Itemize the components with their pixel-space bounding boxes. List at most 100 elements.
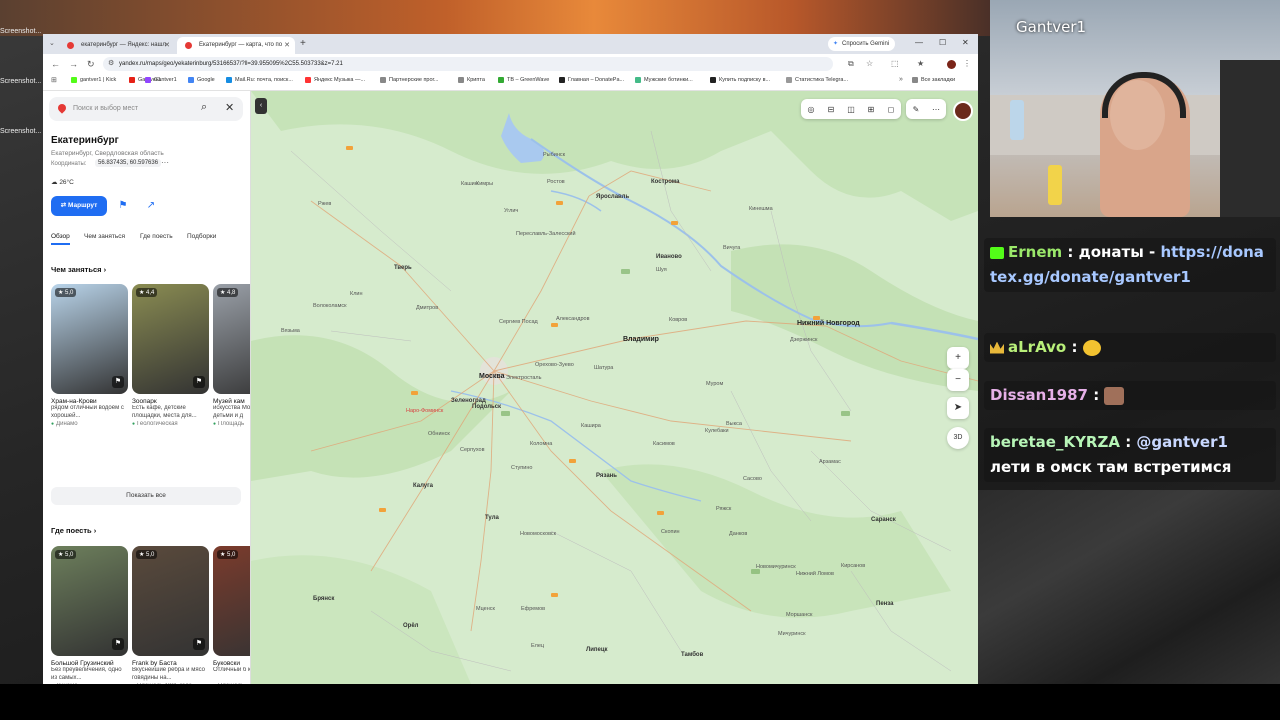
tab-overview[interactable]: Обзор	[51, 233, 70, 245]
apps-icon[interactable]: ⊞	[51, 76, 57, 84]
cards_eat-card[interactable]: ★ 5,0 ⚑ Большой Грузинский Без преувеличени…	[51, 546, 128, 684]
city-label[interactable]: Калуга	[413, 483, 433, 489]
transport-icon[interactable]: ⊞	[861, 100, 881, 120]
bookmark-icon[interactable]: ⚑	[112, 376, 124, 388]
cards_todo-card[interactable]: ★ 5,0 ⚑ Храм-на-Крови рядом отличный водоём…	[51, 284, 128, 427]
bookmark-place-icon[interactable]: ⚑	[113, 196, 133, 216]
bookmark-icon[interactable]: ⚑	[193, 638, 205, 650]
city-label[interactable]: Нижний Новгород	[797, 320, 860, 327]
bookmark-item[interactable]: Яндекс Музыка —...	[305, 77, 365, 83]
town-label[interactable]: Сасово	[743, 476, 762, 482]
town-label[interactable]: Ефремов	[521, 606, 545, 612]
town-label[interactable]: Орехово-Зуево	[535, 362, 574, 368]
town-label[interactable]: Клин	[350, 291, 363, 297]
more-icon[interactable]: ⋯	[926, 100, 946, 120]
show-all-todo-button[interactable]: Показать все	[51, 487, 241, 505]
close-tab-icon[interactable]: ✕	[164, 37, 170, 54]
town-label[interactable]: Вичуга	[723, 245, 740, 251]
town-label[interactable]: Дзержинск	[790, 337, 817, 343]
tab-search-icon[interactable]: ⌄	[49, 39, 55, 47]
town-label[interactable]: Касимов	[653, 441, 675, 447]
back-icon[interactable]: ←	[51, 59, 60, 69]
city-label[interactable]: Тамбов	[681, 652, 703, 658]
more-bookmarks-icon[interactable]: »	[899, 76, 903, 83]
tab-yandex-maps[interactable]: Екатеринбург — карта, что по ✕	[177, 37, 295, 54]
coords-value[interactable]: 56.837435, 60.597636	[95, 159, 162, 167]
town-label[interactable]: Коломна	[530, 441, 552, 447]
town-label[interactable]: Электросталь	[506, 375, 541, 381]
town-label[interactable]: Углич	[504, 208, 518, 214]
town-label[interactable]: Ростов	[547, 179, 565, 185]
layers-icon[interactable]: ◎	[801, 100, 821, 120]
town-label[interactable]: Ступино	[511, 465, 532, 471]
town-label[interactable]: Рыбинск	[543, 152, 565, 158]
bookmark-item[interactable]: TB – GreenWave	[498, 77, 549, 83]
city-label[interactable]: Владимир	[623, 336, 659, 343]
route-button[interactable]: ⇄ Маршрут	[51, 196, 107, 216]
town-label[interactable]: Кимры	[476, 181, 493, 187]
cards_eat-card[interactable]: ★ 5,0⚑БуковскиОтличный б крутая атмПлоща…	[213, 546, 250, 684]
bookmark-icon[interactable]: ⚑	[112, 638, 124, 650]
town-label[interactable]: Арзамас	[819, 459, 841, 465]
city-label[interactable]: Пенза	[876, 601, 894, 607]
town-label[interactable]: Переславль-Залесский	[516, 231, 576, 237]
view-3d-button[interactable]: 3D	[947, 427, 969, 449]
town-label[interactable]: Серпухов	[460, 447, 485, 453]
bookmark-item[interactable]: Мужские ботинки...	[635, 77, 693, 83]
town-label[interactable]: Шатура	[594, 365, 613, 371]
install-app-icon[interactable]: ⧉	[848, 59, 854, 69]
camera-icon[interactable]: ◫	[841, 100, 861, 120]
bookmark-item[interactable]: Gantver1	[145, 77, 177, 83]
close-window-icon[interactable]: ✕	[962, 38, 969, 47]
bookmark-item[interactable]: gantver1 | Kick	[71, 77, 116, 83]
town-label[interactable]: Шуя	[656, 267, 667, 273]
bookmark-item[interactable]: Купить подписку в...	[710, 77, 770, 83]
site-info-icon[interactable]: ⚙	[108, 57, 114, 71]
town-label[interactable]: Ржев	[318, 201, 331, 207]
coords-more-button[interactable]: ···	[161, 158, 169, 167]
bookmark-item[interactable]: Партнерские прог...	[380, 77, 438, 83]
bookmark-item[interactable]: Статистика Telegra...	[786, 77, 848, 83]
desktop-icon-screenshot-1[interactable]: Screenshot...	[0, 28, 42, 35]
city-label[interactable]: Липецк	[586, 647, 608, 653]
tab-eat[interactable]: Где поесть	[140, 233, 173, 240]
town-label[interactable]: Нижний Ломов	[796, 571, 834, 577]
city-label[interactable]: Орёл	[403, 623, 418, 629]
section-todo-heading[interactable]: Чем заняться ›	[51, 265, 106, 274]
city-label[interactable]: Подольск	[472, 404, 501, 410]
bookmark-star-icon[interactable]: ★	[917, 59, 924, 68]
bookmark-item[interactable]: Mail.Ru: почта, поиск...	[226, 77, 293, 83]
maximize-icon[interactable]: ☐	[939, 38, 946, 47]
reload-icon[interactable]: ↻	[87, 59, 95, 70]
all-bookmarks-folder[interactable]: Все закладки	[912, 77, 955, 83]
search-input[interactable]: Поиск и выбор мест ⌕ ✕	[49, 97, 243, 121]
cards_todo-card[interactable]: ★ 4,8⚑ Музей камискусства Можно пос детьм…	[213, 284, 250, 427]
locate-icon[interactable]: ➤	[947, 397, 969, 419]
town-label[interactable]: Кулебаки	[705, 428, 729, 434]
desktop-icon-screenshot-2[interactable]: Screenshot...	[0, 78, 42, 85]
town-label[interactable]: Данков	[729, 531, 747, 537]
ask-gemini-button[interactable]: ✦ Спросить Gemini	[828, 37, 896, 51]
town-label[interactable]: Александров	[556, 316, 590, 322]
city-label[interactable]: Кострома	[651, 179, 679, 185]
town-label[interactable]: Кинешма	[749, 206, 773, 212]
town-label[interactable]: Выкса	[726, 421, 742, 427]
bookmark-item[interactable]: Главная – DonatePa...	[559, 77, 624, 83]
city-label[interactable]: Рязань	[596, 473, 617, 479]
panorama-icon[interactable]: ◻	[881, 100, 901, 120]
town-label[interactable]: Скопин	[661, 529, 680, 535]
town-label[interactable]: Вязьма	[281, 328, 300, 334]
town-label[interactable]: Мценск	[476, 606, 495, 612]
desktop-icon-screenshot-3[interactable]: Screenshot...	[0, 128, 42, 135]
tab-collections[interactable]: Подборки	[187, 233, 216, 240]
cards_todo-card[interactable]: ★ 4,4 ⚑ Зоопарк Есть кафе, детские площадки…	[132, 284, 209, 427]
traffic-icon[interactable]: ⊟	[821, 100, 841, 120]
town-label[interactable]: Ряжск	[716, 506, 731, 512]
bookmark-item[interactable]: Google	[188, 77, 215, 83]
search-icon[interactable]: ⌕	[201, 101, 207, 114]
town-label[interactable]: Моршанск	[786, 612, 812, 618]
share-icon[interactable]: ↗	[141, 196, 161, 216]
cards_eat-card[interactable]: ★ 5,0 ⚑ Frank by Баста Вкуснейшие ребра и м…	[132, 546, 209, 684]
close-tab-icon[interactable]: ✕	[284, 37, 290, 54]
ruler-icon[interactable]: ✎	[906, 100, 926, 120]
